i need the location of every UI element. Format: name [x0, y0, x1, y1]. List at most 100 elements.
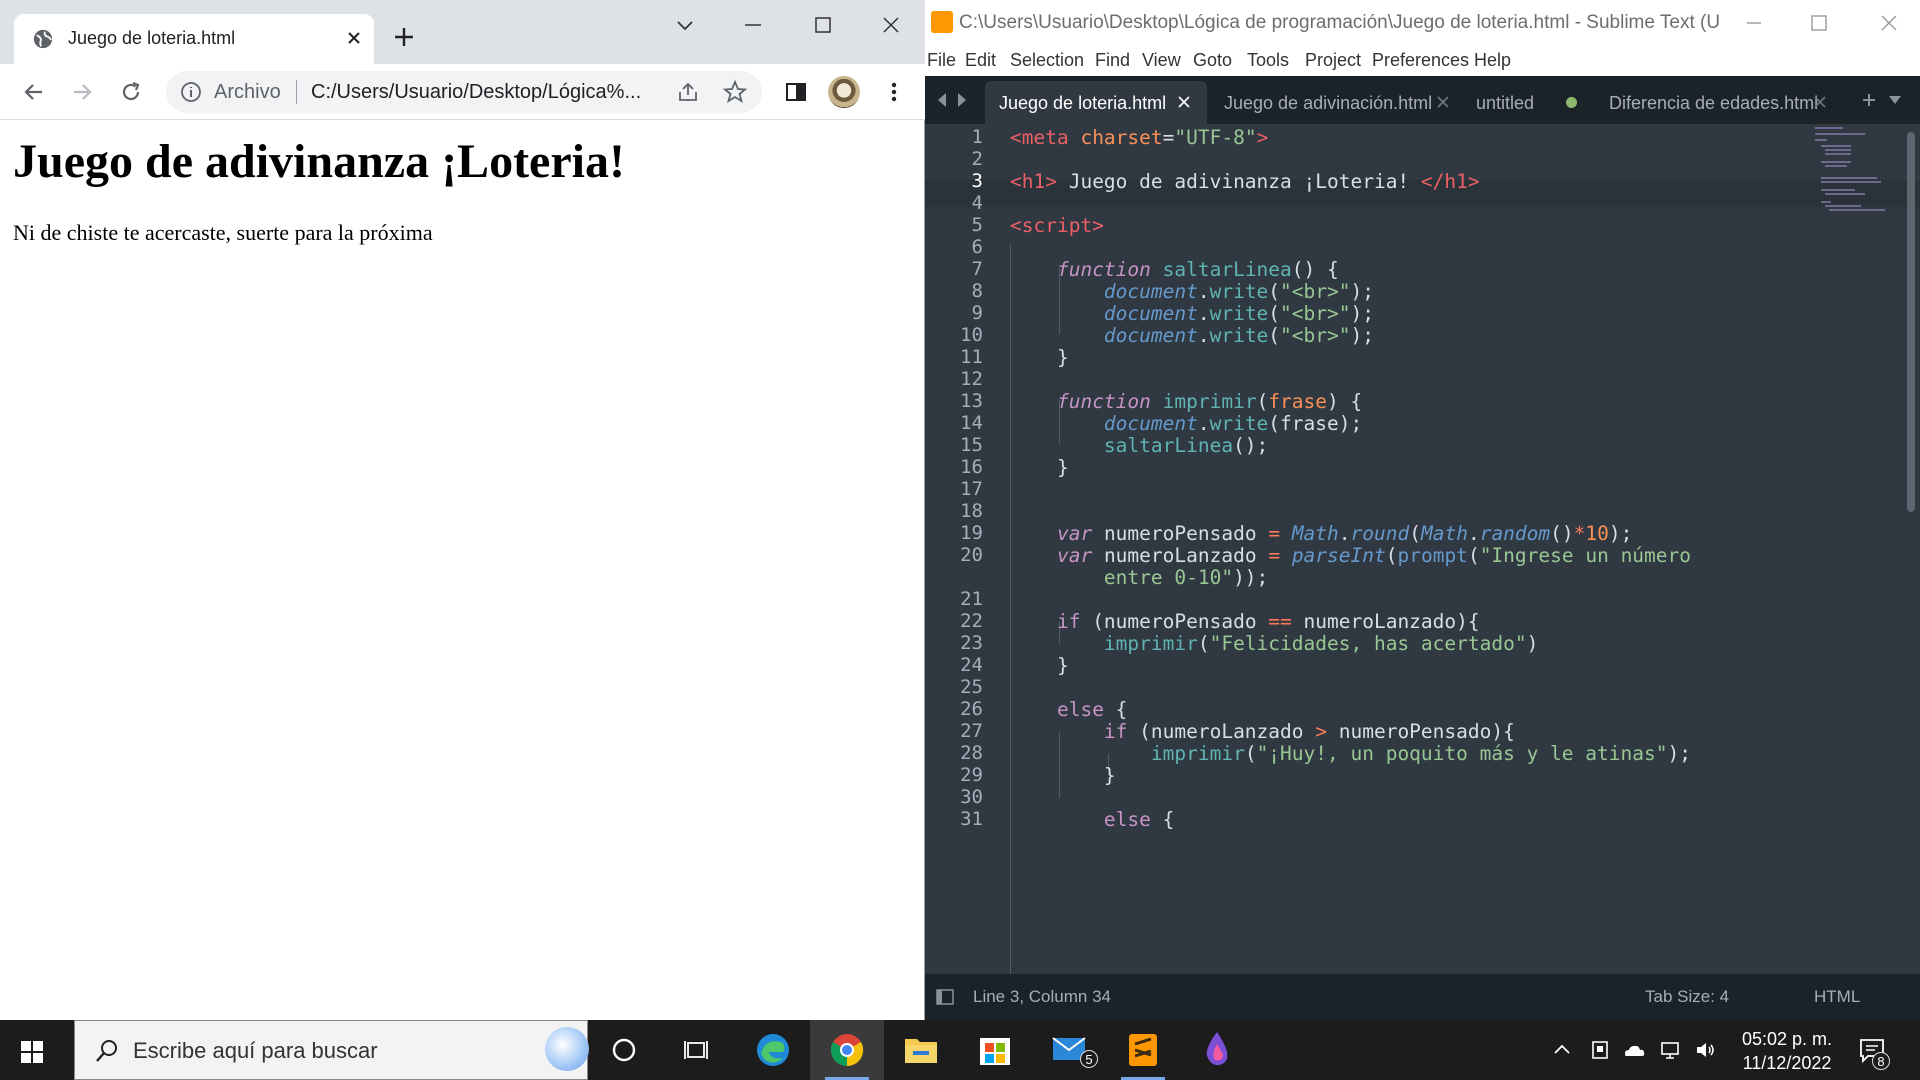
code-line-20-wrap: entre 0-10")); — [1103, 566, 1269, 589]
bookmark-star-icon[interactable] — [722, 79, 748, 105]
menu-view[interactable]: View — [1142, 50, 1181, 71]
menu-preferences[interactable]: Preferences — [1372, 50, 1469, 71]
page-content: Juego de adivinanza ¡Loteria! Ni de chis… — [0, 120, 924, 1020]
tab-prev-icon[interactable] — [933, 90, 951, 110]
line-number: 27 — [960, 720, 983, 742]
reload-icon[interactable] — [117, 78, 145, 106]
share-icon[interactable] — [676, 80, 700, 104]
panel-toggle-icon[interactable] — [935, 987, 955, 1007]
menu-selection[interactable]: Selection — [1010, 50, 1084, 71]
minimap-line — [1825, 153, 1851, 155]
close-tab-icon[interactable] — [1813, 95, 1827, 109]
maximize-icon[interactable] — [810, 12, 836, 38]
code-line-3: <h1> Juego de adivinanza ¡Loteria! </h1> — [1010, 170, 1480, 193]
minimap-line — [1821, 177, 1877, 179]
line-number: 3 — [971, 170, 983, 192]
menu-edit[interactable]: Edit — [965, 50, 996, 71]
code-text[interactable]: <meta charset="UTF-8"> <h1> Juego de adi… — [1010, 124, 1691, 974]
line-number: 15 — [960, 434, 983, 456]
more-menu-icon[interactable] — [880, 78, 908, 106]
new-tab-icon[interactable] — [1861, 92, 1877, 108]
minimap-line — [1821, 181, 1881, 183]
editor-scrollbar[interactable] — [1907, 132, 1915, 512]
line-number: 23 — [960, 632, 983, 654]
task-view-icon[interactable] — [682, 1036, 710, 1064]
back-icon[interactable] — [20, 78, 48, 106]
address-bar[interactable]: Archivo C:/Users/Usuario/Desktop/Lógica%… — [166, 71, 762, 113]
minimap-line — [1821, 189, 1855, 191]
new-tab-icon[interactable] — [392, 25, 416, 49]
side-panel-icon[interactable] — [782, 78, 810, 106]
windows-start-icon[interactable] — [20, 1040, 44, 1064]
tab-next-icon[interactable] — [953, 90, 971, 110]
close-window-icon[interactable] — [1878, 12, 1900, 34]
cursor-position: Line 3, Column 34 — [973, 987, 1111, 1006]
taskbar-search[interactable]: Escribe aquí para buscar — [74, 1020, 589, 1080]
minimap-line — [1821, 201, 1831, 203]
minimap-line — [1815, 127, 1843, 129]
tab-list-icon[interactable] — [1887, 92, 1903, 108]
clock-date: 11/12/2022 — [1742, 1053, 1832, 1073]
show-hidden-icons-icon[interactable] — [1550, 1038, 1574, 1062]
unsaved-dot-icon — [1566, 97, 1577, 108]
browser-window: Juego de loteria.html Archivo C:/Users/U… — [0, 0, 925, 1020]
minimize-icon[interactable] — [1743, 12, 1765, 34]
url-text[interactable]: C:/Users/Usuario/Desktop/Lógica%... — [311, 81, 656, 104]
browser-tab-strip: Juego de loteria.html — [0, 0, 925, 64]
editor-tab-juego-de-loteria[interactable]: Juego de loteria.html — [985, 81, 1207, 124]
globe-icon — [33, 29, 53, 49]
editor-tab-label: Juego de loteria.html — [999, 93, 1167, 113]
menu-file[interactable]: File — [927, 50, 956, 71]
maximize-icon[interactable] — [1808, 12, 1830, 34]
volume-icon[interactable] — [1694, 1038, 1718, 1062]
minimize-icon[interactable] — [740, 12, 766, 38]
sublime-app-icon[interactable] — [1106, 1020, 1180, 1080]
close-tab-icon[interactable] — [1436, 95, 1450, 109]
store-app-icon[interactable] — [958, 1020, 1032, 1080]
minimap-line — [1825, 205, 1861, 207]
line-number: 18 — [960, 500, 983, 522]
tab-search-icon[interactable] — [672, 12, 698, 38]
file-explorer-app-icon[interactable] — [884, 1020, 958, 1080]
forward-icon[interactable] — [68, 78, 96, 106]
close-window-icon[interactable] — [878, 12, 904, 38]
search-icon — [96, 1040, 117, 1062]
editor-tab-untitled[interactable]: untitled — [1462, 81, 1592, 124]
close-tab-icon[interactable] — [1177, 95, 1191, 109]
minimap-line — [1815, 139, 1827, 141]
info-icon[interactable] — [180, 81, 202, 103]
line-number: 24 — [960, 654, 983, 676]
chrome-app-icon[interactable] — [810, 1020, 884, 1080]
code-line-8: document.write("<br>"); — [1103, 280, 1374, 303]
menu-tools[interactable]: Tools — [1247, 50, 1289, 71]
tab-size[interactable]: Tab Size: 4 — [1645, 987, 1729, 1007]
network-icon[interactable] — [1658, 1038, 1682, 1062]
edge-app-icon[interactable] — [736, 1020, 810, 1080]
menu-project[interactable]: Project — [1305, 50, 1361, 71]
code-line-13: function imprimir(frase) { — [1056, 390, 1363, 413]
code-line-9: document.write("<br>"); — [1103, 302, 1374, 325]
line-number: 20 — [960, 544, 983, 566]
onedrive-icon[interactable] — [1622, 1038, 1646, 1062]
menu-goto[interactable]: Goto — [1193, 50, 1232, 71]
mail-app-icon[interactable]: 5 — [1032, 1020, 1106, 1080]
page-heading: Juego de adivinanza ¡Loteria! — [13, 135, 625, 188]
cortana-icon[interactable] — [610, 1036, 638, 1064]
paint-app-icon[interactable] — [1180, 1020, 1254, 1080]
line-number: 4 — [971, 192, 983, 214]
editor-tab-juego-de-adivinacion[interactable]: Juego de adivinación.html — [1210, 81, 1460, 124]
clock[interactable]: 05:02 p. m. 11/12/2022 — [1732, 1027, 1842, 1075]
syntax-mode[interactable]: HTML — [1814, 987, 1860, 1007]
close-tab-icon[interactable] — [344, 28, 364, 48]
browser-tab[interactable]: Juego de loteria.html — [14, 14, 374, 64]
minimap-line — [1815, 133, 1865, 135]
code-editor[interactable]: 1 2 3 4 5 6 7 8 9 10 11 12 13 14 15 16 17 18 19 20 21 22 23 24 2… — [925, 124, 1920, 974]
profile-avatar[interactable] — [828, 76, 860, 108]
line-number: 6 — [971, 236, 983, 258]
menu-help[interactable]: Help — [1474, 50, 1511, 71]
minimap[interactable] — [1805, 124, 1905, 244]
menu-find[interactable]: Find — [1095, 50, 1130, 71]
line-number: 2 — [971, 148, 983, 170]
editor-tab-diferencia-de-edades[interactable]: Diferencia de edades.html — [1595, 81, 1835, 124]
device-icon[interactable] — [1588, 1038, 1612, 1062]
